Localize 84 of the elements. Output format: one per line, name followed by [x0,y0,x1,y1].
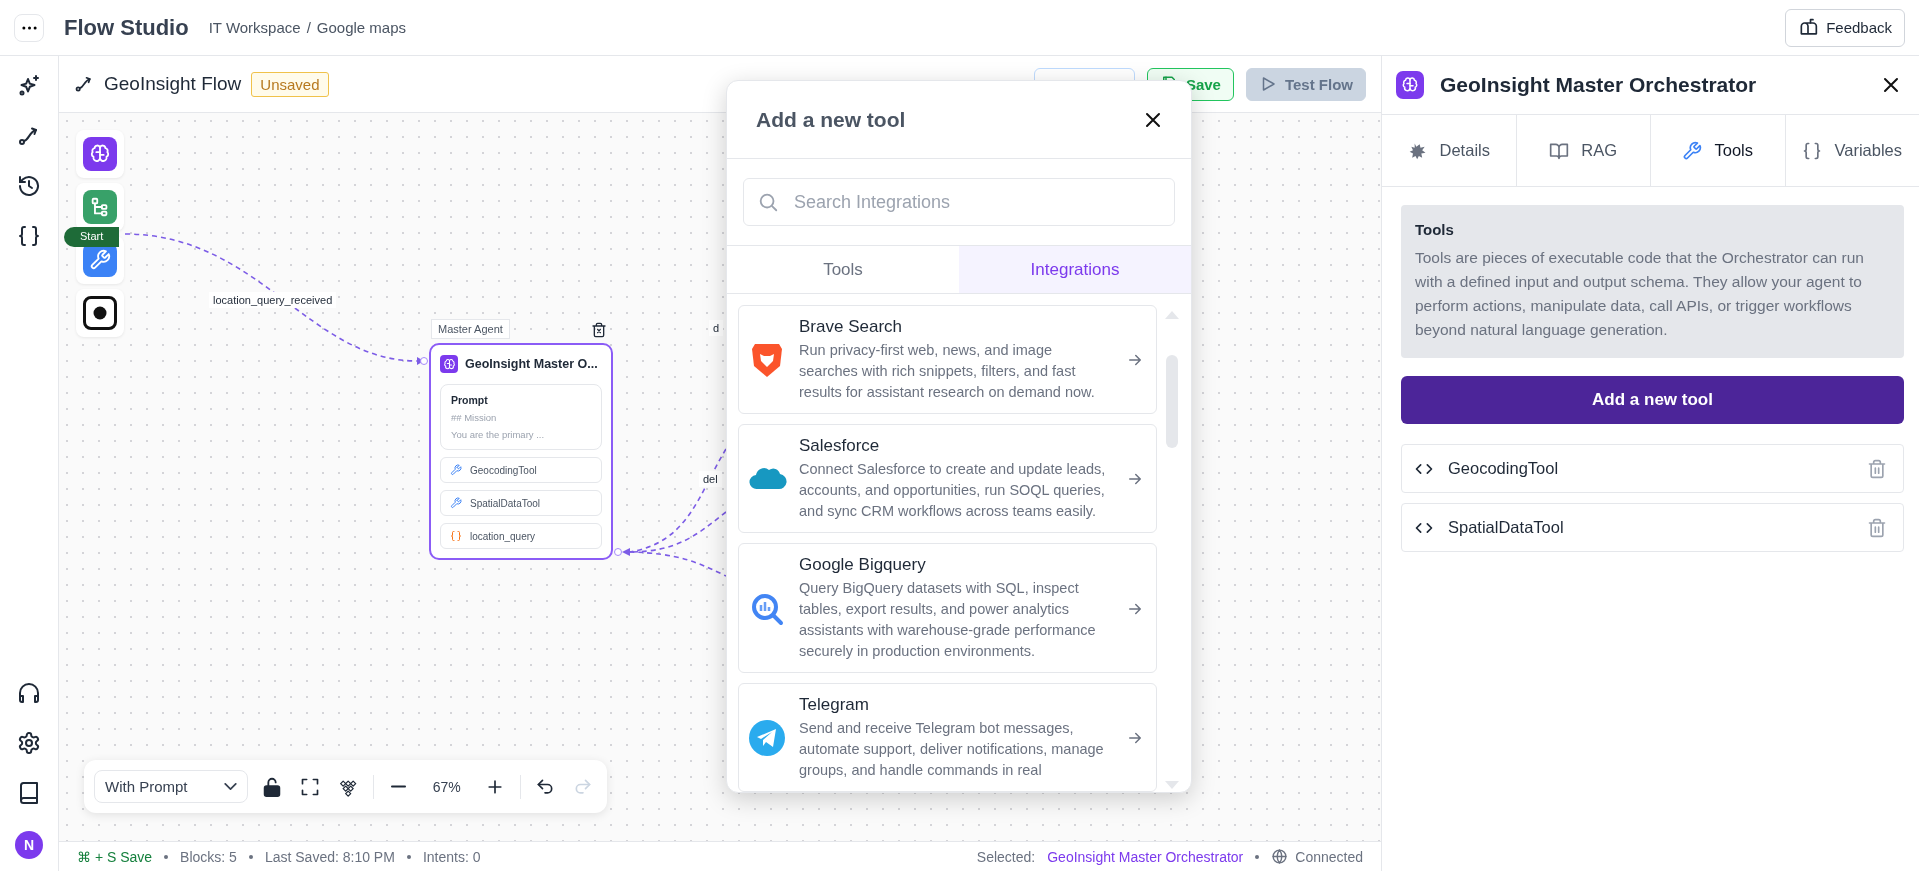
integration-description: Send and receive Telegram bot messages, automate support, deliver notifications, manage groups, and handle commands in real [799,719,1105,780]
integration-card[interactable]: Google Bigquery Query BigQuery datasets with SQL, inspect tables, export results, and power analytics assistants with warehouse-grade performance securely in production environments. [738,543,1157,673]
edge-label: location_query_received [209,292,337,308]
row-label: SpatialDataTool [470,497,541,509]
integration-name: Salesforce [799,436,881,456]
panel-title: GeoInsight Master Orchestrator [1440,73,1757,97]
stop-icon[interactable] [83,296,117,330]
more-icon [21,25,37,30]
tool-row[interactable]: SpatialDataTool [440,490,602,516]
connection-status: Connected [1295,848,1363,865]
breadcrumb-separator: / [306,19,311,36]
agent-node[interactable]: GeoInsight Master O... Prompt ## Mission You are the primary ... GeocodingTool SpatialDataTool location_query [429,343,613,560]
integration-name: Google Bigquery [799,555,927,575]
delete-icon[interactable] [591,322,607,338]
settings-icon[interactable] [17,731,41,755]
integration-card[interactable]: Salesforce Connect Salesforce to create and update leads, accounts, and opportunities, run SOQL queries, and sync CRM workflows across teams easily. [738,424,1157,533]
zoom-level: 67% [431,778,462,795]
tool-row[interactable]: SpatialDataTool [1401,503,1904,552]
brain-icon [440,355,458,373]
route-icon [74,74,94,94]
selected-link[interactable]: GeoInsight Master Orchestrator [1047,848,1244,865]
history-icon[interactable] [17,174,41,198]
feedback-button[interactable]: Feedback [1785,8,1905,47]
status-text: Selected: [976,848,1036,865]
status-badge: Unsaved [251,71,329,97]
integration-name: Telegram [799,695,870,715]
breadcrumb-link[interactable]: Google maps [316,19,407,36]
paper-plane-icon [747,718,787,758]
braces-icon[interactable] [17,224,41,248]
tab[interactable]: Integrations [959,246,1191,293]
more-button[interactable] [14,13,44,42]
mailbox-icon [1798,17,1819,38]
minus-icon [390,785,406,788]
dialog-title: Add a new tool [756,107,906,132]
wrench-icon [450,497,462,509]
user-avatar[interactable]: N [15,831,43,859]
mode-dropdown[interactable]: With Prompt [94,770,249,803]
prompt-text: ## Mission [451,412,498,423]
chevron-down-icon [224,783,238,790]
braces-icon [1802,140,1823,161]
tool-name: GeocodingTool [1448,459,1559,478]
info-heading: Tools [1415,221,1455,238]
status-text: Last Saved: 8:10 PM [264,848,395,865]
node-title: GeoInsight Master O... [465,357,598,371]
integration-description: Connect Salesforce to create and update leads, accounts, and opportunities, run SOQL queries, and sync CRM workflows across teams easily. [799,460,1107,521]
connection-port[interactable] [420,357,428,365]
tool-row[interactable]: GeocodingTool [440,457,602,483]
globe-icon [1271,848,1289,865]
flow-title: GeoInsight Flow [104,73,242,95]
undo-icon [534,776,555,797]
integration-description: Query BigQuery datasets with SQL, inspect tables, export results, and power analytics assistants with warehouse-grade performance securely in production environments. [799,579,1097,661]
prompt-text: You are the primary ... [451,429,546,440]
status-text: Intents: 0 [422,848,481,865]
braces-icon [450,530,462,542]
info-text: Tools are pieces of executable code that the Orchestrator can run with a defined input and output schema. They allow your agent to perform actions, manipulate data, call APIs, or trigger workflows beyond natural language generation. [1415,248,1865,340]
integration-description: Run privacy-first web, news, and image searches with rich snippets, filters, and fast results for assistant research on demand now. [799,341,1096,402]
wrench-icon [450,464,462,476]
tool-row[interactable]: GeocodingTool [1401,444,1904,493]
start-node[interactable]: Start [64,227,119,247]
brain-icon[interactable] [83,137,117,171]
headphones-icon[interactable] [17,681,41,705]
brain-icon [1396,71,1424,99]
breadcrumb-link[interactable]: IT Workspace [208,19,301,36]
integration-name: Brave Search [799,317,903,337]
edge-label: d [709,320,724,336]
prompt-heading: Prompt [451,394,489,406]
row-label: GeocodingTool [470,464,537,476]
status-text: Blocks: 5 [180,848,237,865]
row-label: location_query [470,530,536,542]
wrench-icon [1682,140,1703,161]
book-icon[interactable] [17,781,41,805]
node-tag: Master Agent [431,319,510,339]
variable-row[interactable]: location_query [440,523,602,549]
hierarchy-icon[interactable] [83,190,117,224]
integration-card[interactable]: Telegram Send and receive Telegram bot messages, automate support, deliver notifications, manage groups, and handle commands in real [738,683,1157,792]
fullscreen-icon [300,776,321,797]
app-title: Flow Studio [64,14,189,41]
search-field[interactable]: Search Integrations [743,178,1175,226]
integration-card[interactable]: Brave Search Run privacy-first web, news, and image searches with rich snippets, filters, and fast results for assistant research on demand now. [738,305,1157,414]
sparkle-icon[interactable] [17,74,41,98]
tool-name: SpatialDataTool [1448,518,1564,537]
add-tool-button[interactable]: Add a new tool [1401,376,1904,424]
shortcut-hint: ⌘ + S Save [77,848,153,865]
edge-label: del [699,471,722,487]
